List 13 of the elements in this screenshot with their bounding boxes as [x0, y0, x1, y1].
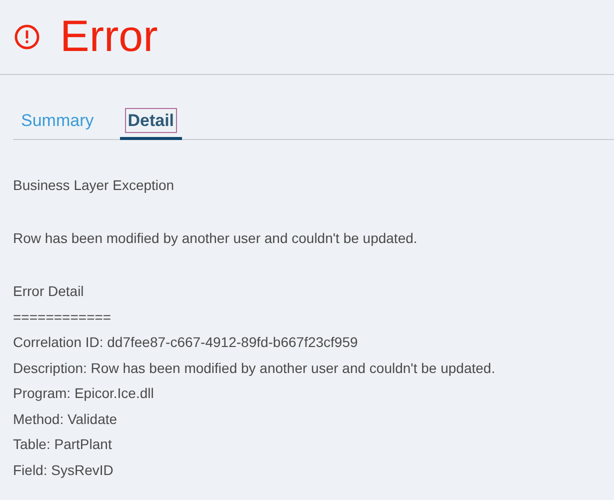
tab[interactable]: Detail: [120, 105, 182, 140]
detail-line: Method: Validate: [13, 410, 118, 428]
detail-line: Program: Epicor.Ice.dll: [13, 384, 155, 403]
detail-line: Business Layer Exception: [13, 176, 176, 195]
detail-line: Correlation ID: dd7fee87-c667-4912-89fd-b667f23cf959: [13, 333, 359, 352]
detail-line: Row has been modified by another user and couldn't be updated.: [13, 229, 418, 248]
detail-line: ============: [13, 308, 112, 326]
detail-line: Description: Row has been modified by another user and couldn't be updated.: [13, 358, 496, 378]
error-title: Error: [60, 15, 158, 59]
detail-line: Error Detail: [13, 282, 85, 301]
alert-icon: [14, 24, 40, 50]
detail-line: Table: PartPlant: [13, 435, 113, 454]
detail-line: Field: SysRevID: [13, 460, 114, 480]
